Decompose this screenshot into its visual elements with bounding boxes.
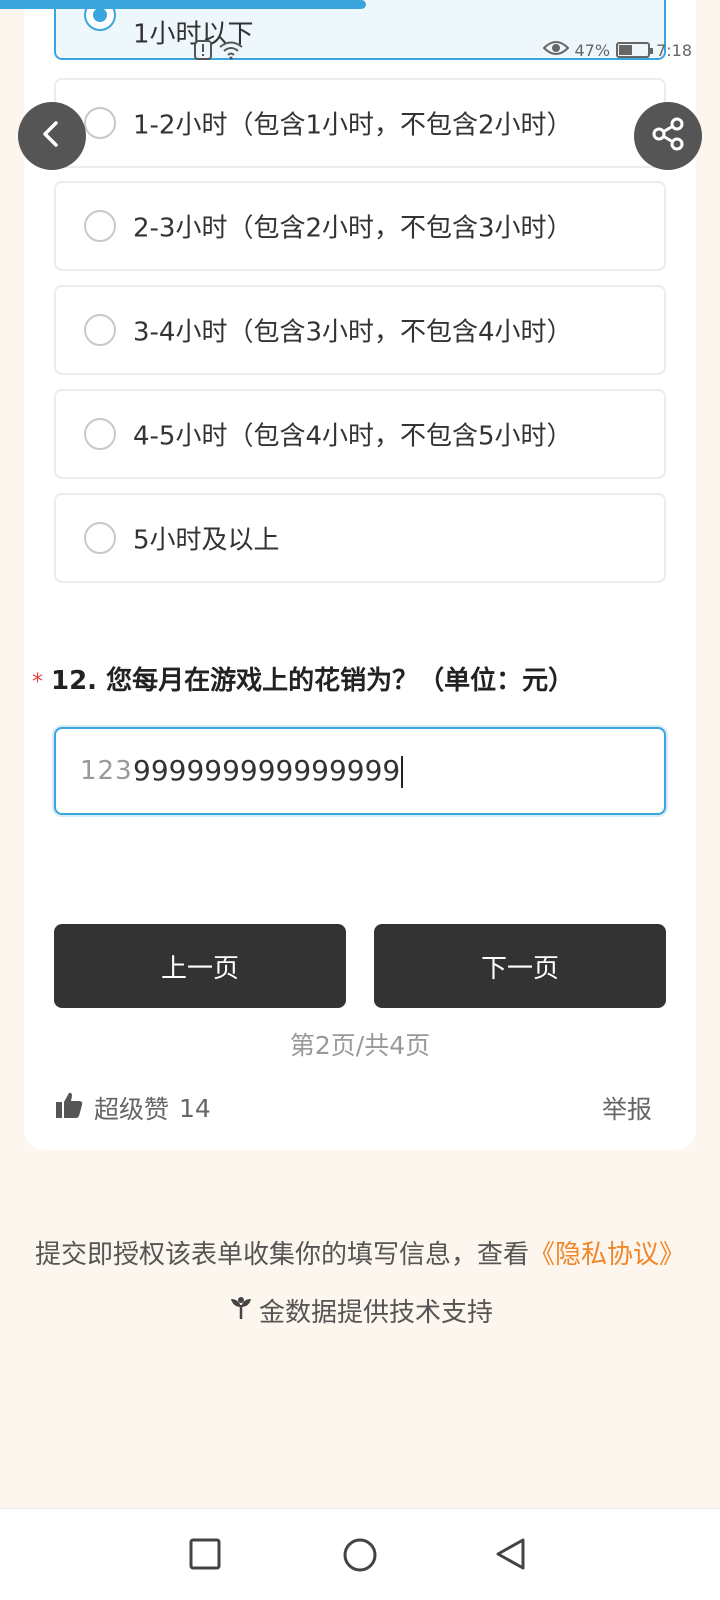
input-text: 999999999999999 <box>133 754 401 787</box>
required-mark: * <box>32 670 43 695</box>
home-button[interactable] <box>342 1537 378 1577</box>
radio-icon <box>84 522 116 554</box>
chevron-left-icon <box>37 119 67 153</box>
report-link[interactable]: 举报 <box>602 1090 652 1126</box>
jinshuju-logo-icon <box>227 1293 255 1328</box>
next-page-button[interactable]: 下一页 <box>374 924 666 1008</box>
page-indicator: 第2页/共4页 <box>289 1031 431 1060</box>
survey-progress-bar <box>0 0 366 9</box>
option-label: 3-4小时（包含3小时，不包含4小时） <box>133 317 573 348</box>
prev-page-button[interactable]: 上一页 <box>54 924 346 1008</box>
back-nav-button[interactable] <box>494 1537 528 1575</box>
spending-input[interactable]: 123 999999999999999 <box>54 727 666 815</box>
numeric-keypad-icon: 123 <box>80 756 133 786</box>
radio-icon <box>84 107 116 139</box>
share-icon <box>650 116 686 156</box>
super-like-button[interactable]: 超级赞 14 <box>54 1090 211 1126</box>
privacy-notice: 提交即授权该表单收集你的填写信息，查看《隐私协议》 <box>0 1234 720 1271</box>
like-label: 超级赞 <box>94 1095 170 1124</box>
system-nav-bar <box>0 1508 720 1600</box>
option-5-plus-hours[interactable]: 5小时及以上 <box>54 493 666 583</box>
option-3-4-hours[interactable]: 3-4小时（包含3小时，不包含4小时） <box>54 285 666 375</box>
option-2-3-hours[interactable]: 2-3小时（包含2小时，不包含3小时） <box>54 181 666 271</box>
thumbs-up-icon <box>54 1090 84 1126</box>
option-label: 1-2小时（包含1小时，不包含2小时） <box>133 110 573 141</box>
privacy-text: 提交即授权该表单收集你的填写信息，查看 <box>34 1240 529 1270</box>
like-count: 14 <box>179 1093 211 1123</box>
option-label: 2-3小时（包含2小时，不包含3小时） <box>133 213 573 244</box>
tech-support-note: 金数据提供技术支持 <box>0 1292 720 1329</box>
share-button[interactable] <box>634 102 702 170</box>
option-less-than-1-hour[interactable]: 1小时以下 <box>54 0 666 60</box>
question-text: 12. 您每月在游戏上的花销为？（单位：元） <box>51 666 575 696</box>
option-label: 4-5小时（包含4小时，不包含5小时） <box>133 421 573 452</box>
radio-icon <box>84 210 116 242</box>
support-text: 金数据提供技术支持 <box>258 1298 493 1328</box>
back-button[interactable] <box>18 102 86 170</box>
privacy-agreement-link[interactable]: 《隐私协议》 <box>529 1240 685 1270</box>
option-label: 5小时及以上 <box>133 525 280 556</box>
input-value: 999999999999999 <box>133 754 404 788</box>
question-title: * 12. 您每月在游戏上的花销为？（单位：元） <box>32 660 574 697</box>
option-label: 1小时以下 <box>133 19 254 50</box>
option-4-5-hours[interactable]: 4-5小时（包含4小时，不包含5小时） <box>54 389 666 479</box>
radio-icon <box>84 418 116 450</box>
option-1-2-hours[interactable]: 1-2小时（包含1小时，不包含2小时） <box>54 78 666 168</box>
radio-icon <box>84 314 116 346</box>
recent-apps-button[interactable] <box>188 1537 222 1575</box>
text-caret <box>401 756 404 788</box>
